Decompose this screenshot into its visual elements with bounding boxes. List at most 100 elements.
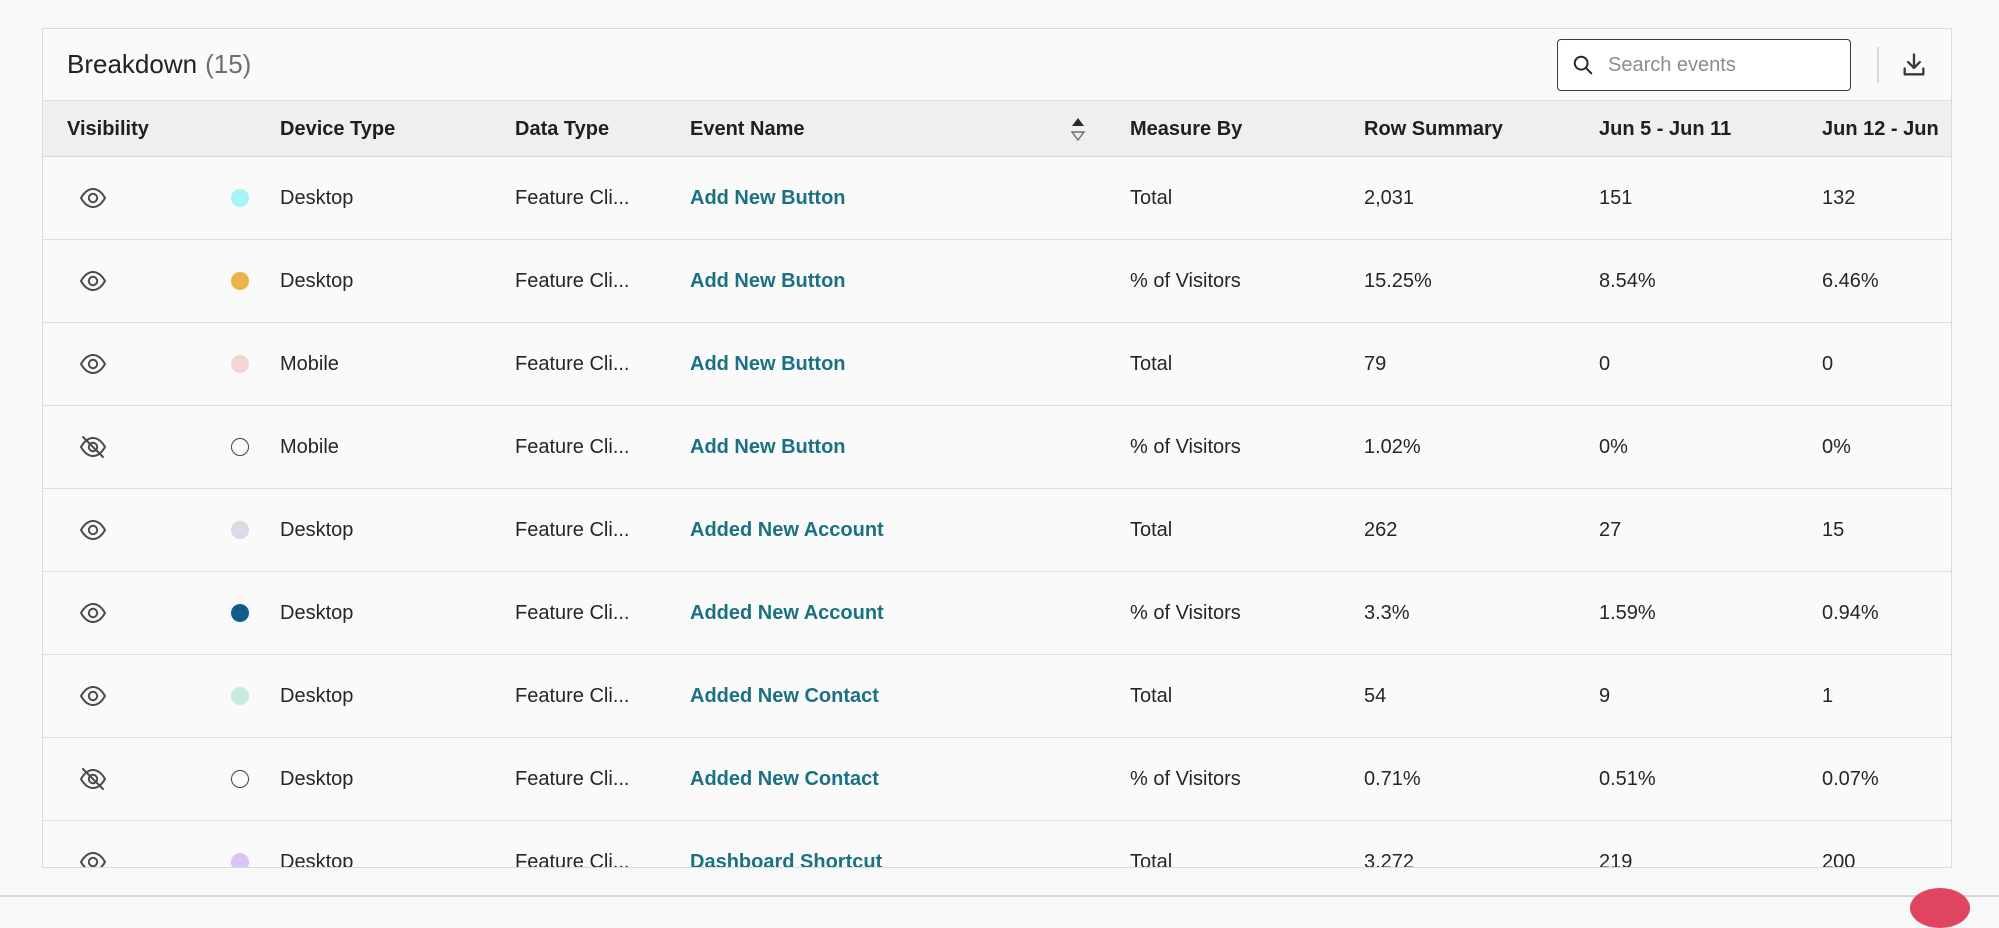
help-launcher-button[interactable] — [1910, 888, 1970, 928]
col-measure-by[interactable]: Measure By — [1130, 101, 1242, 157]
cell-device-type: Mobile — [280, 353, 339, 375]
panel-header: Breakdown (15) — [43, 29, 1951, 101]
panel-title: Breakdown (15) — [67, 49, 251, 80]
cell-week-1: 151 — [1599, 187, 1633, 209]
cell-week-1: 1.59% — [1599, 602, 1656, 624]
cell-event-name[interactable]: Add New Button — [690, 406, 846, 488]
cell-measure-by: Total — [1130, 187, 1173, 209]
table-row[interactable]: Desktop Feature Cli... Added New Account % … — [43, 572, 1951, 655]
cell-row-summary: 262 — [1364, 519, 1398, 541]
cell-measure-by: Total — [1130, 685, 1173, 707]
col-week-1[interactable]: Jun 5 - Jun 11 — [1599, 101, 1731, 157]
series-color-dot[interactable] — [231, 521, 249, 539]
series-color-dot[interactable] — [231, 604, 249, 622]
cell-week-1: 8.54% — [1599, 270, 1656, 292]
table-row[interactable]: Desktop Feature Cli... Add New Button Total… — [43, 157, 1951, 240]
cell-event-name[interactable]: Added New Account — [690, 572, 884, 654]
cell-device-type: Desktop — [280, 519, 354, 541]
cell-week-2: 1 — [1822, 685, 1834, 707]
cell-week-1: 219 — [1599, 851, 1633, 868]
search-icon — [1573, 55, 1593, 75]
col-week-2[interactable]: Jun 12 - Jun — [1822, 101, 1939, 157]
cell-data-type: Feature Cli... — [515, 602, 630, 624]
cell-data-type: Feature Cli... — [515, 519, 630, 541]
eye-icon[interactable] — [79, 600, 107, 626]
table-row[interactable]: Mobile Feature Cli... Add New Button % of V… — [43, 406, 1951, 489]
cell-measure-by: % of Visitors — [1130, 602, 1241, 624]
cell-week-1: 0.51% — [1599, 768, 1656, 790]
eye-icon[interactable] — [79, 849, 107, 867]
cell-data-type: Feature Cli... — [515, 270, 630, 292]
cell-week-2: 200 — [1822, 851, 1856, 868]
table-row[interactable]: Desktop Feature Cli... Added New Contact To… — [43, 655, 1951, 738]
cell-event-name[interactable]: Added New Contact — [690, 655, 879, 737]
sort-icon[interactable] — [1068, 115, 1088, 145]
cell-measure-by: Total — [1130, 519, 1173, 541]
search-box[interactable] — [1557, 39, 1851, 91]
eye-icon[interactable] — [79, 268, 107, 294]
cell-event-name[interactable]: Added New Contact — [690, 738, 879, 820]
col-data-type[interactable]: Data Type — [515, 101, 609, 157]
cell-event-name[interactable]: Dashboard Shortcut — [690, 821, 882, 867]
table-row[interactable]: Desktop Feature Cli... Add New Button % of … — [43, 240, 1951, 323]
cell-device-type: Desktop — [280, 768, 354, 790]
cell-row-summary: 54 — [1364, 685, 1387, 707]
series-color-dot[interactable] — [231, 853, 249, 867]
cell-event-name[interactable]: Added New Account — [690, 489, 884, 571]
cell-week-2: 0.07% — [1822, 768, 1879, 790]
series-color-dot[interactable] — [231, 189, 249, 207]
table-row[interactable]: Desktop Feature Cli... Added New Account To… — [43, 489, 1951, 572]
col-visibility[interactable]: Visibility — [67, 101, 149, 157]
cell-week-2: 0 — [1822, 353, 1834, 375]
cell-row-summary: 2,031 — [1364, 187, 1415, 209]
series-color-dot[interactable] — [231, 272, 249, 290]
series-color-dot[interactable] — [231, 355, 249, 373]
series-color-dot[interactable] — [231, 770, 249, 788]
cell-row-summary: 3.3% — [1364, 602, 1410, 624]
cell-device-type: Desktop — [280, 187, 354, 209]
cell-measure-by: Total — [1130, 851, 1173, 868]
cell-week-2: 0% — [1822, 436, 1851, 458]
cell-week-1: 27 — [1599, 519, 1622, 541]
cell-data-type: Feature Cli... — [515, 187, 630, 209]
cell-data-type: Feature Cli... — [515, 353, 630, 375]
cell-week-2: 0.94% — [1822, 602, 1879, 624]
cell-data-type: Feature Cli... — [515, 685, 630, 707]
row-count: (15) — [205, 49, 252, 79]
eye-off-icon[interactable] — [79, 766, 107, 792]
cell-measure-by: Total — [1130, 353, 1173, 375]
series-color-dot[interactable] — [231, 438, 249, 456]
cell-week-2: 132 — [1822, 187, 1856, 209]
eye-off-icon[interactable] — [79, 434, 107, 460]
table-row[interactable]: Desktop Feature Cli... Dashboard Shortcut T… — [43, 821, 1951, 868]
eye-icon[interactable] — [79, 517, 107, 543]
download-icon[interactable] — [1900, 51, 1928, 79]
header-divider — [1877, 47, 1879, 83]
search-input[interactable] — [1606, 52, 1830, 78]
breakdown-panel: Breakdown(15) Visibility Device Type Dat… — [42, 28, 1952, 868]
cell-week-2: 15 — [1822, 519, 1845, 541]
cell-device-type: Desktop — [280, 270, 354, 292]
cell-event-name[interactable]: Add New Button — [690, 157, 846, 239]
cell-row-summary: 79 — [1364, 353, 1387, 375]
cell-event-name[interactable]: Add New Button — [690, 323, 846, 405]
cell-data-type: Feature Cli... — [515, 851, 630, 868]
table-row[interactable]: Mobile Feature Cli... Add New Button Total 7… — [43, 323, 1951, 406]
eye-icon[interactable] — [79, 185, 107, 211]
cell-measure-by: % of Visitors — [1130, 270, 1241, 292]
cell-row-summary: 0.71% — [1364, 768, 1421, 790]
cell-row-summary: 15.25% — [1364, 270, 1432, 292]
cell-event-name[interactable]: Add New Button — [690, 240, 846, 322]
cell-week-1: 0% — [1599, 436, 1628, 458]
cell-row-summary: 1.02% — [1364, 436, 1421, 458]
eye-icon[interactable] — [79, 683, 107, 709]
cell-row-summary: 3,272 — [1364, 851, 1415, 868]
eye-icon[interactable] — [79, 351, 107, 377]
col-event-name[interactable]: Event Name — [690, 101, 805, 157]
cell-measure-by: % of Visitors — [1130, 436, 1241, 458]
col-device-type[interactable]: Device Type — [280, 101, 395, 157]
col-row-summary[interactable]: Row Summary — [1364, 101, 1503, 157]
series-color-dot[interactable] — [231, 687, 249, 705]
table-row[interactable]: Desktop Feature Cli... Added New Contact % … — [43, 738, 1951, 821]
table-body: Desktop Feature Cli... Add New Button Total… — [43, 157, 1951, 868]
